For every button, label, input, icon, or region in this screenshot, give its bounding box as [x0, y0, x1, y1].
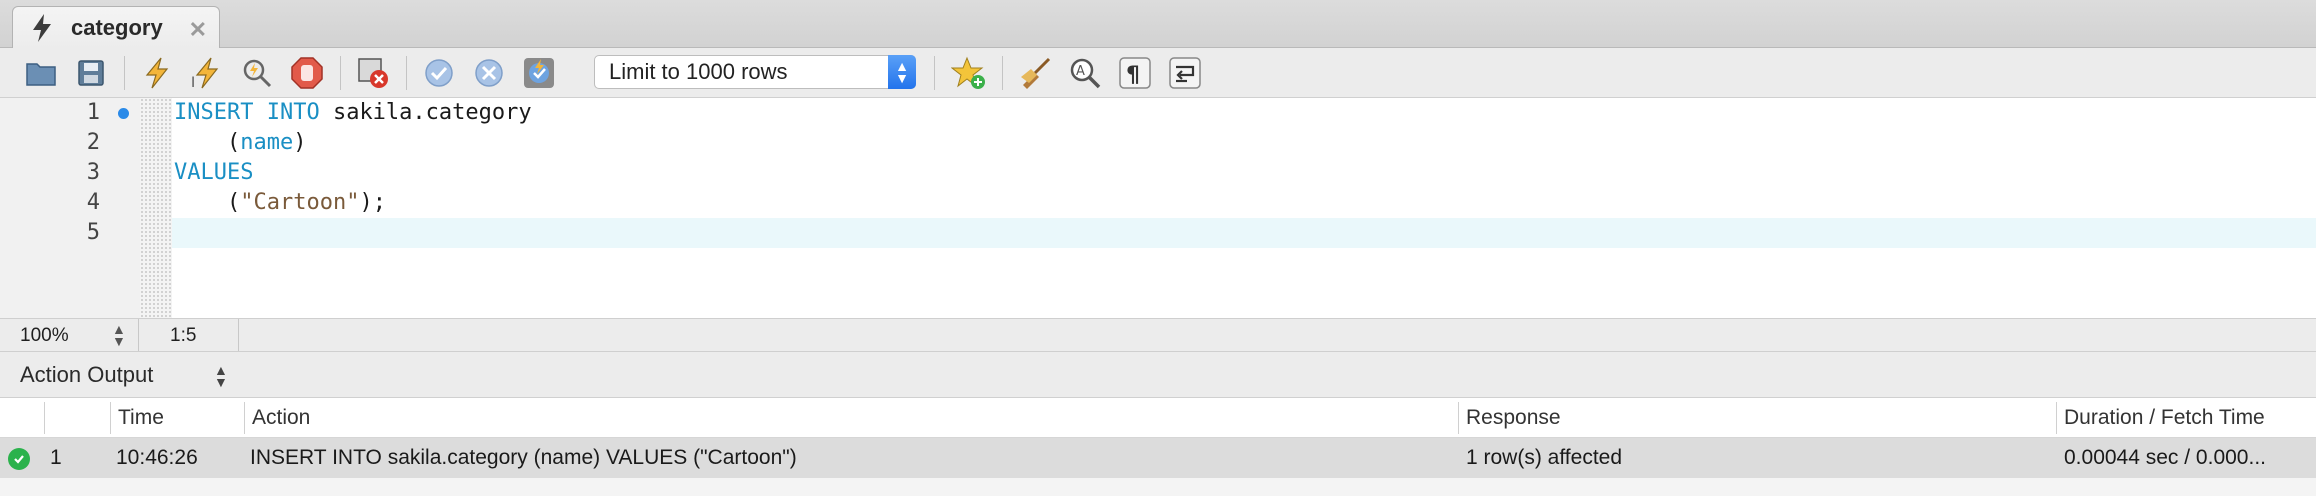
code-line: (name) [174, 130, 307, 155]
row-time: 10:46:26 [116, 446, 198, 469]
code-line: ("Cartoon"); [174, 190, 386, 215]
svg-text:¶: ¶ [1126, 63, 1140, 88]
success-check-icon [8, 448, 30, 470]
column-header-duration[interactable]: Duration / Fetch Time [2064, 406, 2265, 430]
cursor-position: 1:5 [170, 325, 197, 346]
code-line: VALUES [174, 160, 254, 185]
svg-text:I: I [191, 75, 195, 91]
column-header-response[interactable]: Response [1466, 406, 1561, 430]
toggle-error-stop-icon[interactable] [354, 55, 392, 91]
output-table-header: Time Action Response Duration / Fetch Ti… [0, 398, 2316, 438]
output-header: Action Output ▲ ▼ [0, 352, 2316, 398]
line-number-gutter: 1 2 3 4 5 [0, 98, 140, 318]
output-select-stepper-icon[interactable]: ▲ ▼ [214, 363, 228, 389]
invisible-chars-icon[interactable]: ¶ [1116, 55, 1154, 91]
row-duration: 0.00044 sec / 0.000... [2064, 446, 2266, 469]
zoom-stepper-icon[interactable]: ▲ ▼ [112, 322, 126, 348]
editor-statusbar: 100% ▲ ▼ 1:5 [0, 318, 2316, 352]
rollback-icon[interactable] [470, 55, 508, 91]
editor-toolbar: I Limit to 1000 rows ▲ ▼ A ¶ [0, 48, 2316, 98]
select-stepper-icon: ▲ ▼ [888, 55, 916, 89]
svg-text:A: A [1076, 64, 1085, 79]
lightning-bolt-icon [33, 14, 51, 42]
fold-margin [140, 98, 172, 318]
line-number: 3 [86, 160, 100, 185]
execute-current-icon[interactable]: I [188, 55, 226, 91]
stop-icon[interactable] [288, 55, 326, 91]
output-empty-area [0, 478, 2316, 496]
row-response: 1 row(s) affected [1466, 446, 1623, 469]
line-number: 5 [86, 220, 100, 245]
limit-rows-select[interactable]: Limit to 1000 rows ▲ ▼ [594, 55, 916, 89]
row-index: 1 [50, 446, 62, 469]
save-icon[interactable] [72, 55, 110, 91]
line-number: 2 [86, 130, 100, 155]
add-snippet-icon[interactable] [950, 55, 988, 91]
close-icon[interactable]: ✕ [189, 17, 207, 43]
commit-icon[interactable] [420, 55, 458, 91]
code-line: INSERT INTO sakila.category [174, 100, 532, 125]
statement-marker-icon [118, 108, 129, 119]
current-line-highlight [172, 218, 2316, 248]
limit-rows-value: Limit to 1000 rows [609, 59, 788, 84]
column-header-time[interactable]: Time [118, 406, 164, 430]
tab-category[interactable]: category ✕ [12, 6, 220, 49]
open-file-icon[interactable] [22, 55, 60, 91]
find-icon[interactable]: A [1066, 55, 1104, 91]
column-header-action[interactable]: Action [252, 406, 310, 430]
wrap-lines-icon[interactable] [1166, 55, 1204, 91]
autocommit-icon[interactable] [520, 55, 558, 91]
zoom-level: 100% [20, 325, 69, 346]
row-action: INSERT INTO sakila.category (name) VALUE… [250, 446, 797, 469]
beautify-icon[interactable] [1016, 55, 1054, 91]
execute-icon[interactable] [138, 55, 176, 91]
explain-icon[interactable] [238, 55, 276, 91]
tab-label: category [71, 15, 163, 40]
output-type-select[interactable]: Action Output [20, 362, 153, 388]
line-number: 4 [86, 190, 100, 215]
table-row[interactable]: 1 10:46:26 INSERT INTO sakila.category (… [0, 438, 2316, 478]
line-number: 1 [86, 100, 100, 125]
sql-editor[interactable]: 1 2 3 4 5 INSERT INTO sakila.category (n… [0, 98, 2316, 318]
tab-strip: category ✕ [0, 0, 2316, 49]
